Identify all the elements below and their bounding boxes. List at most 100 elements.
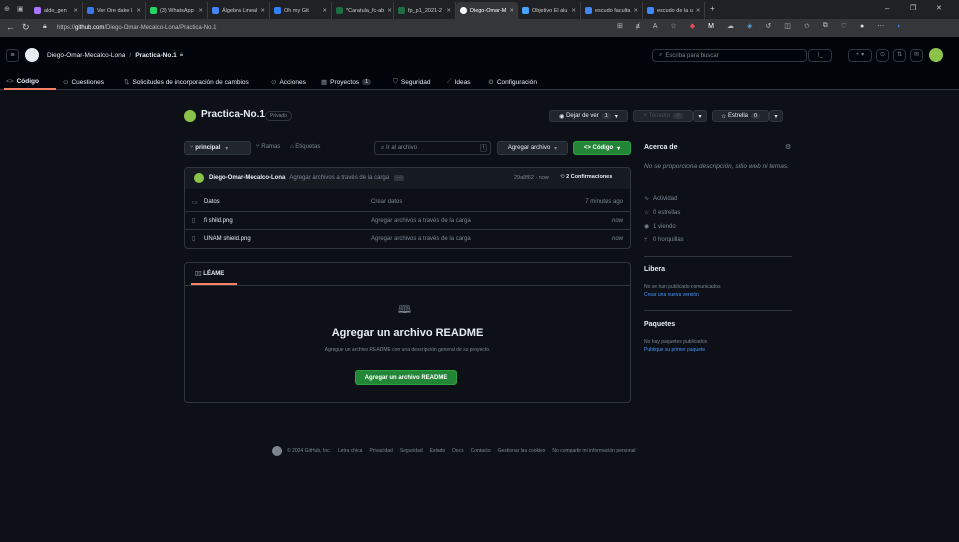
commits-link[interactable]: ⟲ 2 Confirmaciones bbox=[560, 174, 612, 180]
inbox-icon[interactable]: ✉ bbox=[910, 49, 923, 62]
close-icon[interactable]: ✕ bbox=[319, 8, 327, 14]
file-commit-message[interactable]: Agregar archivos a través de la carga bbox=[371, 236, 471, 242]
releases-title[interactable]: Libera bbox=[644, 266, 665, 273]
back-icon[interactable]: ← bbox=[6, 22, 15, 32]
stars-link[interactable]: ☆ 0 estrellas bbox=[644, 209, 680, 217]
footer-link[interactable]: Gestionar las cookies bbox=[498, 448, 546, 454]
fork-button[interactable]: ⑂ Tenedor 0 bbox=[633, 110, 693, 122]
close-icon[interactable]: ✕ bbox=[693, 8, 701, 14]
browser-tab[interactable]: aldo_gen ✕ bbox=[30, 2, 83, 19]
user-avatar[interactable] bbox=[929, 48, 943, 62]
browser-tab[interactable]: fp_p1_2021-2 ✕ bbox=[394, 2, 456, 19]
watchers-link[interactable]: ◉ 1 viendo bbox=[644, 223, 676, 231]
refresh-icon[interactable]: ↺ bbox=[765, 22, 771, 30]
browser-tab[interactable]: *Caratula_fc-ab ✕ bbox=[332, 2, 394, 19]
tab-strip-icon[interactable]: ▣ bbox=[17, 5, 24, 13]
file-name[interactable]: UNAM shield.png bbox=[204, 236, 251, 242]
tab-insights[interactable]: ⟋ Ideas bbox=[447, 78, 470, 86]
tags-link[interactable]: ⌂ Etiquetas bbox=[290, 144, 320, 150]
search-input[interactable]: ⌕ Escriba para buscar bbox=[652, 49, 807, 62]
site-info-icon[interactable]: 🔒︎ bbox=[43, 23, 47, 31]
footer-link[interactable]: Letra chica bbox=[338, 448, 362, 454]
url-field[interactable]: https://github.com/Diego-Omar-Mecalco-Lo… bbox=[57, 22, 617, 34]
github-logo-icon[interactable] bbox=[25, 48, 39, 62]
performance-icon[interactable]: ♡ bbox=[841, 22, 847, 30]
copilot-icon[interactable]: ◐ bbox=[897, 23, 901, 30]
tab-settings[interactable]: ⚙ Configuración bbox=[488, 78, 537, 87]
app-icon[interactable]: ⊞ bbox=[617, 22, 623, 30]
create-new-button[interactable]: + ▾ bbox=[848, 49, 872, 62]
translate-icon[interactable]: ⱥ bbox=[636, 23, 640, 30]
close-icon[interactable]: ✕ bbox=[630, 8, 638, 14]
browser-tab[interactable]: (3) WhatsApp ✕ bbox=[146, 2, 208, 19]
close-icon[interactable]: ✕ bbox=[70, 8, 78, 14]
browser-menu-icon[interactable]: ⊕ bbox=[4, 5, 10, 13]
command-palette-button[interactable]: ⟩_ bbox=[808, 49, 832, 62]
tab-pull-requests[interactable]: ⇅ Solicitudes de incorporación de cambios bbox=[124, 78, 249, 87]
tab-code[interactable]: <> Código bbox=[6, 78, 39, 85]
branch-selector[interactable]: ⑂ principal ▾ bbox=[184, 141, 251, 155]
footer-link[interactable]: Seguridad bbox=[400, 448, 423, 454]
forks-link[interactable]: ⑂ 0 horquillas bbox=[644, 237, 684, 243]
file-name[interactable]: Datos bbox=[204, 199, 220, 205]
minimize-icon[interactable]: – bbox=[885, 4, 889, 13]
readme-tab[interactable]: ▯▯ LÉAME bbox=[195, 270, 224, 278]
add-readme-button[interactable]: Agregar un archivo README bbox=[355, 370, 457, 385]
close-icon[interactable]: ✕ bbox=[443, 8, 451, 14]
more-icon[interactable]: ⋯ bbox=[877, 22, 884, 30]
footer-link[interactable]: No compartir mi información personal bbox=[552, 448, 635, 454]
browser-tab[interactable]: escudo de la u ✕ bbox=[643, 2, 705, 19]
code-button[interactable]: <> Código ▾ bbox=[573, 141, 631, 155]
browser-tab[interactable]: Álgebra Lineal ✕ bbox=[208, 2, 270, 19]
reload-icon[interactable]: ↻ bbox=[22, 22, 30, 32]
commit-author[interactable]: Diego-Omar-Mecalco-Lona bbox=[209, 175, 285, 181]
close-icon[interactable]: ✕ bbox=[195, 8, 203, 14]
profile-avatar[interactable]: ● bbox=[860, 23, 864, 30]
footer-link[interactable]: Contacto bbox=[471, 448, 491, 454]
commit-message[interactable]: Agregar archivos a través de la carga bbox=[289, 175, 389, 181]
activity-link[interactable]: ∿ Actividad bbox=[644, 195, 677, 203]
star-button[interactable]: ☆ Estrella 0 bbox=[712, 110, 769, 122]
owner-link[interactable]: Diego-Omar-Mecalco-Lona bbox=[47, 52, 125, 59]
table-row[interactable]: ▯ UNAM shield.png Agregar archivos a tra… bbox=[184, 229, 631, 247]
restore-icon[interactable]: ❐ bbox=[910, 4, 916, 12]
hamburger-menu-icon[interactable]: ≡ bbox=[6, 49, 19, 62]
pull-requests-icon[interactable]: ⇅ bbox=[893, 49, 906, 62]
close-window-icon[interactable]: ✕ bbox=[936, 4, 942, 12]
tab-actions[interactable]: ⊙ Acciones bbox=[271, 78, 306, 87]
favorites-icon[interactable]: ✩ bbox=[804, 22, 810, 30]
close-icon[interactable]: ✕ bbox=[257, 8, 265, 14]
commit-hash-time[interactable]: 29a8f62 · now bbox=[514, 175, 549, 181]
read-aloud-icon[interactable]: A bbox=[653, 23, 658, 30]
table-row[interactable]: ▯ fi shild.png Agregar archivos a través… bbox=[184, 211, 631, 229]
close-icon[interactable]: ✕ bbox=[506, 8, 514, 14]
close-icon[interactable]: ✕ bbox=[568, 8, 576, 14]
favorite-star-icon[interactable]: ☆ bbox=[670, 22, 676, 30]
extension-icon[interactable]: M bbox=[708, 23, 714, 30]
browser-tab[interactable]: Oh my Git ✕ bbox=[270, 2, 332, 19]
file-name[interactable]: fi shild.png bbox=[204, 218, 233, 224]
footer-link[interactable]: Estado bbox=[430, 448, 446, 454]
go-to-file-input[interactable]: ⌕ Ir al archivo t bbox=[374, 141, 491, 155]
tab-issues[interactable]: ⊙ Cuestiones bbox=[63, 78, 104, 87]
add-file-button[interactable]: Agregar archivo ▾ bbox=[497, 141, 568, 155]
extension-icon[interactable]: ☁ bbox=[727, 22, 734, 30]
close-icon[interactable]: ✕ bbox=[133, 8, 141, 14]
unwatch-button[interactable]: ◉ Dejar de ver 1 ▾ bbox=[549, 110, 628, 122]
github-logo-icon[interactable] bbox=[272, 446, 282, 456]
tab-projects[interactable]: ▦ Proyectos 1 bbox=[321, 78, 372, 86]
footer-link[interactable]: Docs bbox=[452, 448, 463, 454]
extension-icon[interactable]: ◈ bbox=[747, 22, 752, 30]
file-commit-message[interactable]: Crear datos bbox=[371, 199, 402, 205]
gear-icon[interactable]: ⚙ bbox=[785, 143, 791, 151]
issues-icon[interactable]: ⊙ bbox=[876, 49, 889, 62]
tab-security[interactable]: ⛉ Seguridad bbox=[393, 78, 431, 86]
browser-tab[interactable]: Objetivo El alu ✕ bbox=[518, 2, 581, 19]
create-release-link[interactable]: Crear una nueva versión bbox=[644, 292, 699, 298]
ellipsis-icon[interactable]: ··· bbox=[394, 175, 405, 181]
star-dropdown-button[interactable]: ▾ bbox=[769, 110, 783, 122]
file-commit-message[interactable]: Agregar archivos a través de la carga bbox=[371, 218, 471, 224]
browser-tab[interactable]: Ver Ore dake l ✕ bbox=[83, 2, 146, 19]
new-tab-icon[interactable]: + bbox=[710, 4, 715, 13]
fork-dropdown-button[interactable]: ▾ bbox=[693, 110, 707, 122]
